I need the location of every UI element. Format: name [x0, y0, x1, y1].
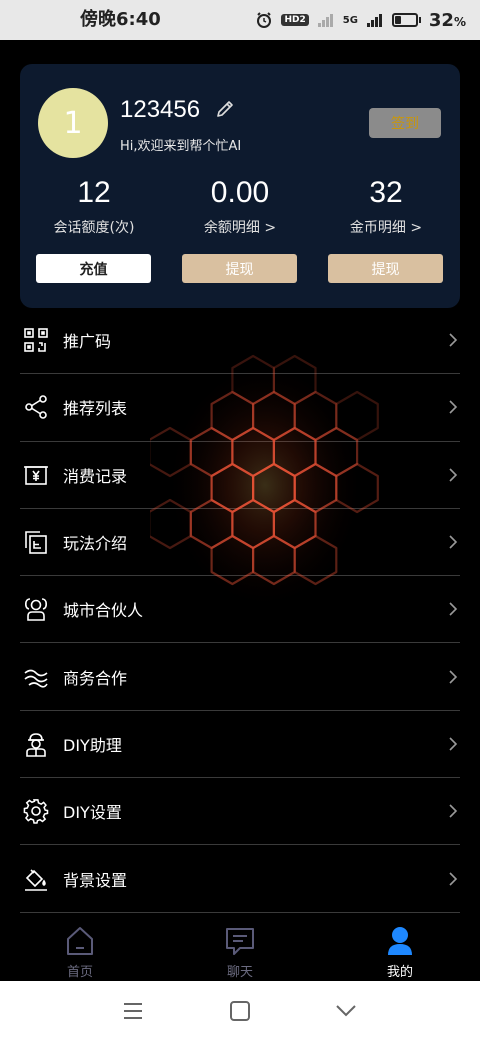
- tab-mine[interactable]: 我的: [320, 915, 480, 981]
- menu-item-diy-settings[interactable]: DIY设置: [20, 778, 460, 846]
- battery-icon: [391, 13, 421, 27]
- stat-value: 12: [77, 176, 111, 209]
- chevron-right-icon: [449, 804, 458, 818]
- menu-label: 背景设置: [63, 870, 128, 890]
- qr-code-icon: [22, 326, 50, 354]
- tab-chat[interactable]: 聊天: [160, 915, 320, 981]
- stat-label[interactable]: 金币明细 >: [326, 218, 446, 238]
- menu-icon[interactable]: [121, 999, 145, 1023]
- stat-value: 0.00: [210, 176, 270, 209]
- status-bar: 傍晚6:40 HD2 5G 32%: [0, 0, 480, 40]
- assistant-icon: [22, 730, 50, 758]
- menu-item-diy-assistant[interactable]: DIY助理: [20, 711, 460, 779]
- menu-label: 推荐列表: [63, 399, 128, 419]
- username: 123456: [120, 96, 201, 123]
- home-square-icon[interactable]: [228, 999, 252, 1023]
- menu-item-background-settings[interactable]: 背景设置: [20, 845, 460, 913]
- withdraw-balance-button[interactable]: 提现: [182, 254, 297, 283]
- gear-icon: [22, 797, 50, 825]
- user-icon: [388, 927, 412, 955]
- menu-label: DIY助理: [63, 735, 122, 755]
- chevron-right-icon: [449, 535, 458, 549]
- tab-home[interactable]: 首页: [0, 915, 160, 981]
- menu-item-business-cooperation[interactable]: 商务合作: [20, 643, 460, 711]
- status-time: 傍晚6:40: [80, 9, 161, 30]
- welcome-text: Hi,欢迎来到帮个忙AI: [120, 139, 242, 154]
- chevron-right-icon: [449, 670, 458, 684]
- chevron-right-icon: [449, 737, 458, 751]
- stat-session-quota: 12 会话额度(次): [34, 174, 154, 238]
- tab-label: 首页: [66, 965, 93, 980]
- people-icon: [22, 595, 50, 623]
- menu-label: 推广码: [63, 332, 112, 352]
- status-icons: HD2 5G 32%: [255, 0, 466, 40]
- chevron-right-icon: [449, 400, 458, 415]
- menu-label: 城市合伙人: [63, 601, 144, 621]
- menu-item-consumption-records[interactable]: 消费记录: [20, 442, 460, 509]
- menu-label: 玩法介绍: [63, 534, 128, 554]
- menu-label: 消费记录: [63, 466, 128, 486]
- withdraw-coins-button[interactable]: 提现: [328, 254, 443, 283]
- menu-item-promo-code[interactable]: 推广码: [20, 307, 460, 375]
- tab-label: 我的: [386, 965, 413, 980]
- avatar[interactable]: 1: [38, 88, 108, 158]
- waves-icon: [22, 663, 50, 691]
- yen-receipt-icon: [22, 461, 50, 489]
- edit-pencil-icon[interactable]: [214, 98, 236, 120]
- stat-value: 32: [369, 176, 403, 209]
- profile-card: 1 123456 Hi,欢迎来到帮个忙AI 签到 12 会话额度(次) 0.00…: [20, 64, 460, 308]
- network-type: 5G: [342, 14, 358, 26]
- menu-item-referral-list[interactable]: 推荐列表: [20, 374, 460, 442]
- tab-label: 聊天: [226, 965, 253, 980]
- menu-label: 商务合作: [63, 668, 128, 688]
- stat-label: 会话额度(次): [53, 220, 135, 236]
- menu-item-city-partner[interactable]: 城市合伙人: [20, 576, 460, 644]
- chevron-right-icon: [449, 333, 458, 347]
- stat-label[interactable]: 余额明细 >: [180, 218, 300, 238]
- menu-list: 推广码 推荐列表 消费记录 玩法介绍 城市合伙人 商务合作 DIY助理 DIY设…: [20, 307, 460, 913]
- menu-item-gameplay-intro[interactable]: 玩法介绍: [20, 509, 460, 577]
- home-icon: [67, 927, 93, 955]
- stat-coins[interactable]: 32 金币明细 >: [326, 174, 446, 238]
- menu-label: DIY设置: [63, 803, 122, 823]
- signal-icon: [366, 14, 382, 27]
- battery-percent: 32%: [428, 9, 466, 31]
- document-icon: [22, 528, 50, 556]
- chevron-right-icon: [449, 468, 458, 482]
- signal-weak-icon: [317, 14, 333, 27]
- chat-icon: [226, 928, 254, 955]
- chevron-right-icon: [449, 602, 458, 616]
- share-icon: [22, 393, 50, 421]
- recharge-button[interactable]: 充值: [36, 254, 151, 283]
- system-nav-bar: [0, 981, 480, 1040]
- chevron-right-icon: [449, 871, 458, 886]
- hd-badge: HD2: [281, 14, 309, 26]
- back-chevron-icon[interactable]: [334, 999, 358, 1023]
- bottom-tab-bar: 首页 聊天 我的: [0, 915, 480, 981]
- alarm-icon: [257, 12, 272, 28]
- stat-balance[interactable]: 0.00 余额明细 >: [180, 174, 300, 238]
- paint-bucket-icon: [22, 865, 50, 893]
- signin-button[interactable]: 签到: [369, 108, 441, 138]
